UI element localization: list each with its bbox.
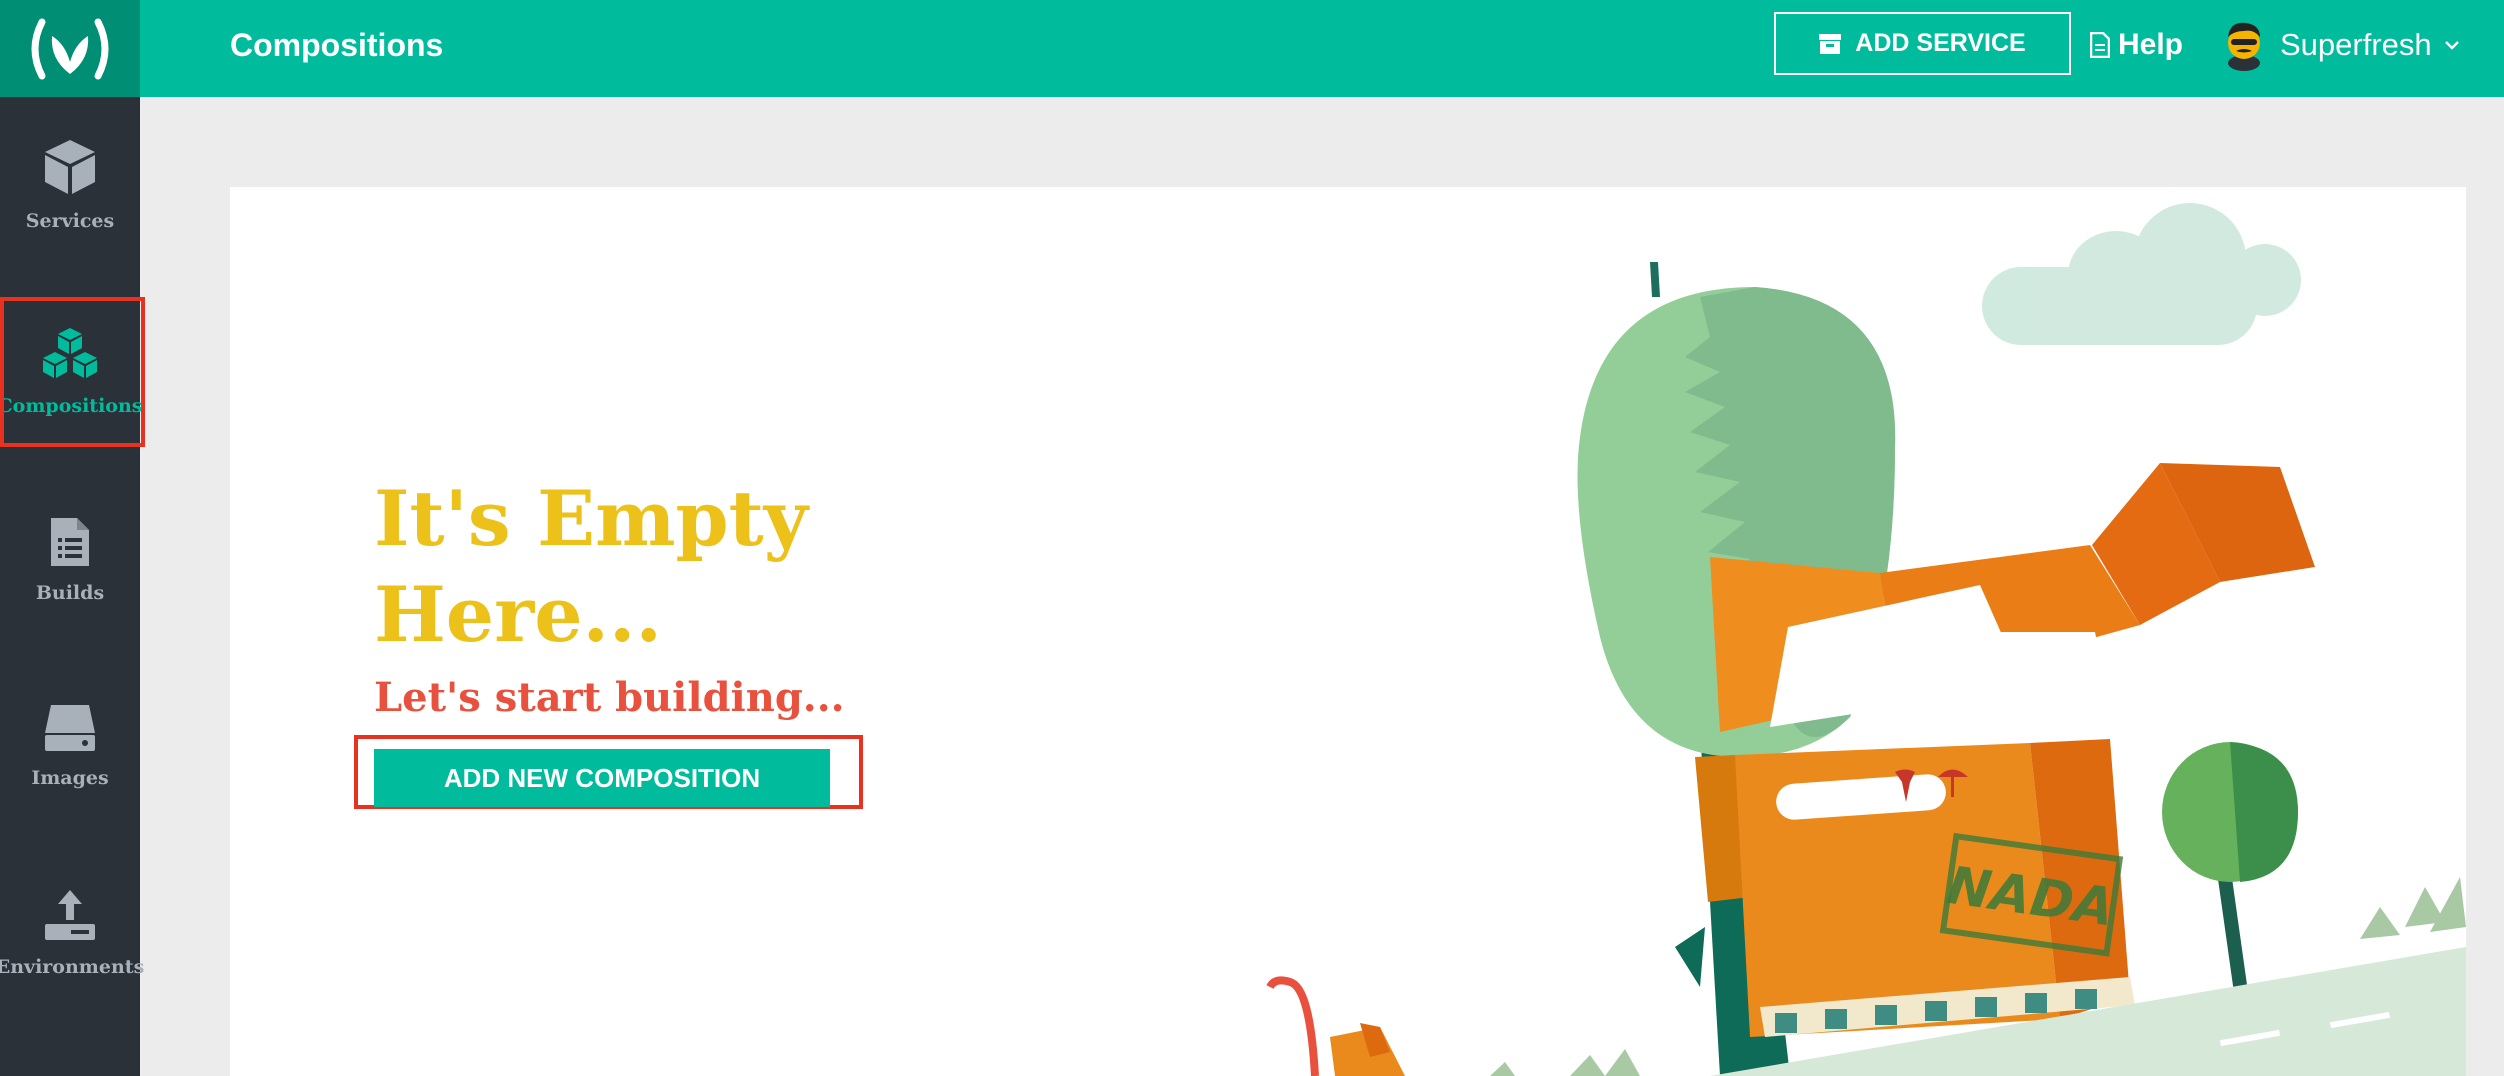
add-service-button[interactable]: ADD SERVICE [1774, 12, 2071, 75]
sidebar-item-images[interactable]: Images [0, 671, 140, 821]
empty-state-headline: It's Empty Here... [374, 474, 808, 659]
sidebar-item-label: Services [25, 210, 115, 232]
chevron-down-icon [2444, 41, 2459, 50]
highlight-box [0, 297, 145, 447]
empty-state-card: NADA It's Empty Here... Let's start buil… [230, 187, 2466, 1076]
leaf-logo-icon [31, 18, 109, 79]
add-new-composition-button[interactable]: ADD NEW COMPOSITION [374, 749, 830, 807]
sidebar-item-services[interactable]: Services [0, 110, 140, 260]
sidebar-item-builds[interactable]: Builds [0, 485, 140, 635]
archive-icon [1819, 33, 1842, 54]
sidebar-item-environments[interactable]: Environments [0, 858, 144, 1008]
help-link[interactable]: Help [2090, 0, 2183, 90]
empty-state-subline: Let's start building... [374, 674, 845, 721]
upload-icon [45, 890, 95, 940]
app-logo[interactable] [0, 0, 140, 97]
user-menu[interactable]: Superfresh [2220, 0, 2460, 90]
help-label: Help [2118, 28, 2184, 61]
sidebar-item-label: Environments [0, 956, 145, 978]
small-tree-illustration [2162, 742, 2298, 998]
add-service-label: ADD SERVICE [1855, 29, 2026, 57]
cloud-illustration [1982, 203, 2301, 345]
sidebar: Services Compositions Builds Images Envi… [0, 0, 145, 1076]
page-title: Compositions [230, 27, 444, 63]
small-box-illustration [1266, 976, 1405, 1076]
sidebar-item-compositions[interactable]: Compositions [0, 297, 145, 447]
top-header: Compositions ADD SERVICE Help Superfresh [140, 0, 2504, 97]
user-name: Superfresh [2280, 27, 2432, 62]
drive-icon [45, 705, 95, 751]
document-icon [2090, 32, 2110, 58]
box-icon [45, 140, 95, 194]
sidebar-item-label: Builds [35, 582, 105, 604]
document-icon [51, 518, 89, 566]
sidebar-item-label: Images [31, 767, 109, 789]
avatar [2228, 22, 2260, 71]
